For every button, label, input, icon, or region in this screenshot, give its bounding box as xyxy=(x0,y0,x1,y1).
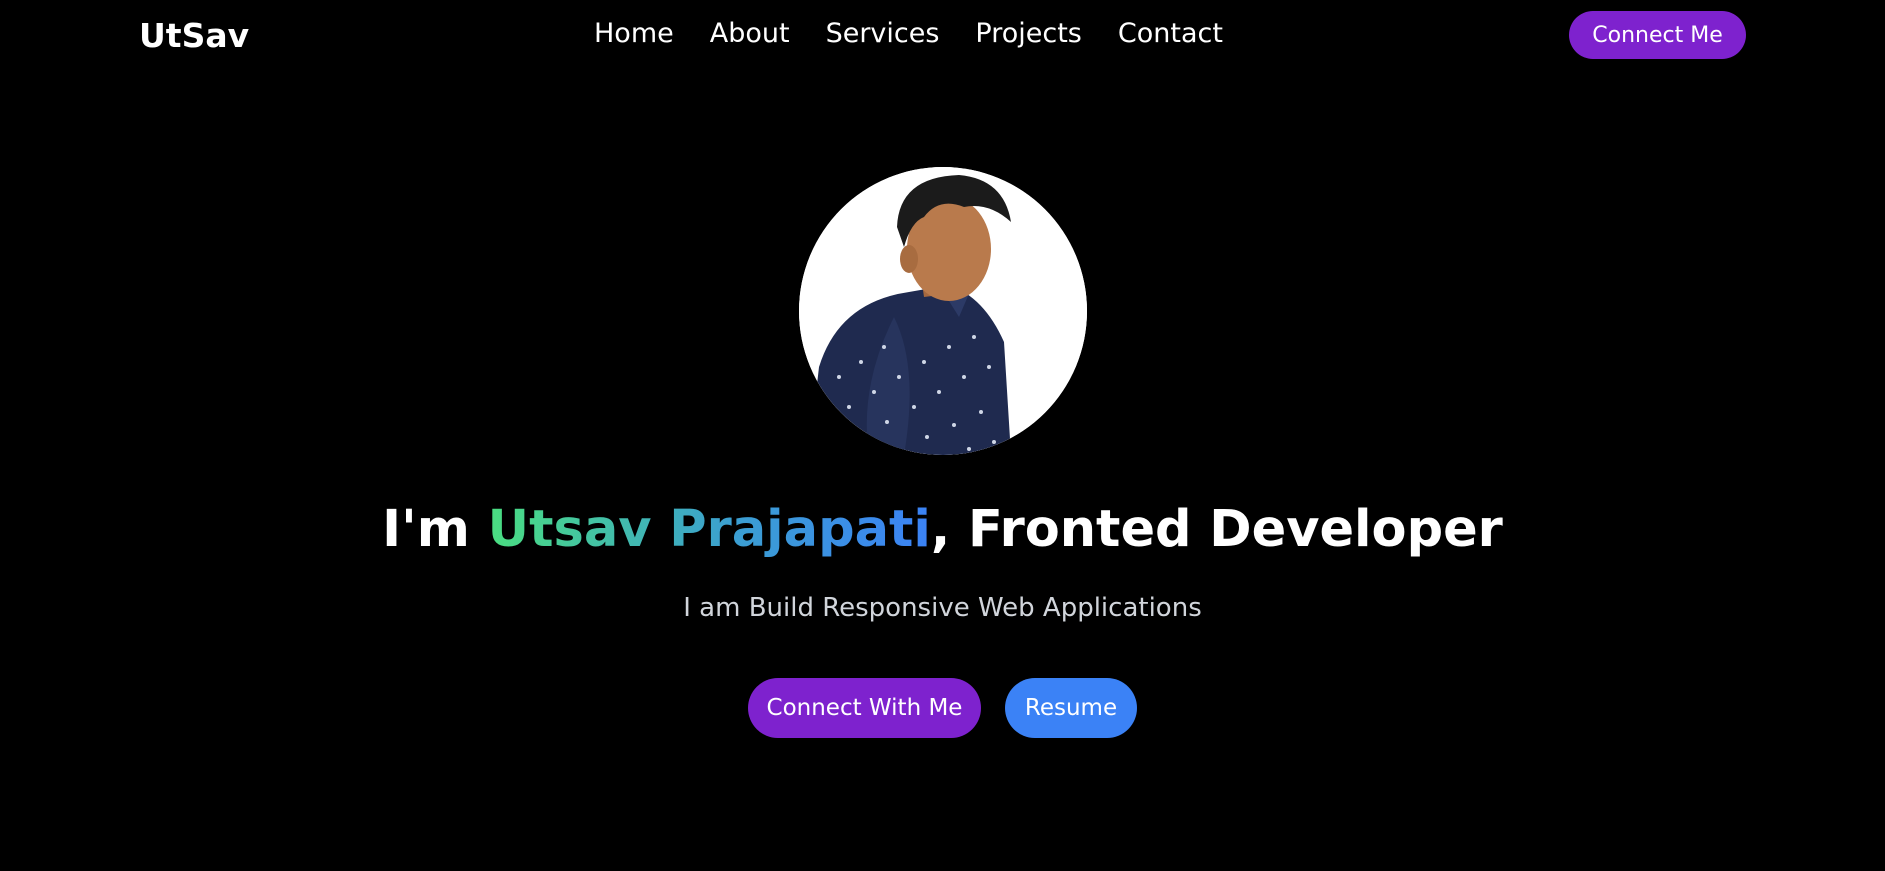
connect-with-me-button[interactable]: Connect With Me xyxy=(748,678,981,738)
connect-me-button[interactable]: Connect Me xyxy=(1569,11,1746,59)
headline-prefix: I'm xyxy=(382,500,488,559)
portfolio-page: UtSav Home About Services Projects Conta… xyxy=(0,0,1885,871)
nav-link-home[interactable]: Home xyxy=(594,18,674,49)
avatar xyxy=(799,167,1087,455)
resume-button[interactable]: Resume xyxy=(1005,678,1137,738)
hero-actions: Connect With Me Resume xyxy=(748,678,1137,738)
headline-name: Utsav Prajapati xyxy=(487,500,931,559)
hero-headline: I'm Utsav Prajapati, Fronted Developer xyxy=(0,500,1885,559)
hero-subtitle: I am Build Responsive Web Applications xyxy=(683,593,1202,623)
nav-link-contact[interactable]: Contact xyxy=(1118,18,1223,49)
nav-link-about[interactable]: About xyxy=(710,18,790,49)
profile-photo xyxy=(799,167,1087,455)
nav-link-projects[interactable]: Projects xyxy=(975,18,1081,49)
navbar: UtSav Home About Services Projects Conta… xyxy=(0,0,1885,76)
headline-suffix: , Fronted Developer xyxy=(930,500,1503,559)
nav-link-services[interactable]: Services xyxy=(826,18,940,49)
site-logo[interactable]: UtSav xyxy=(139,16,249,55)
nav-links: Home About Services Projects Contact xyxy=(594,18,1223,49)
